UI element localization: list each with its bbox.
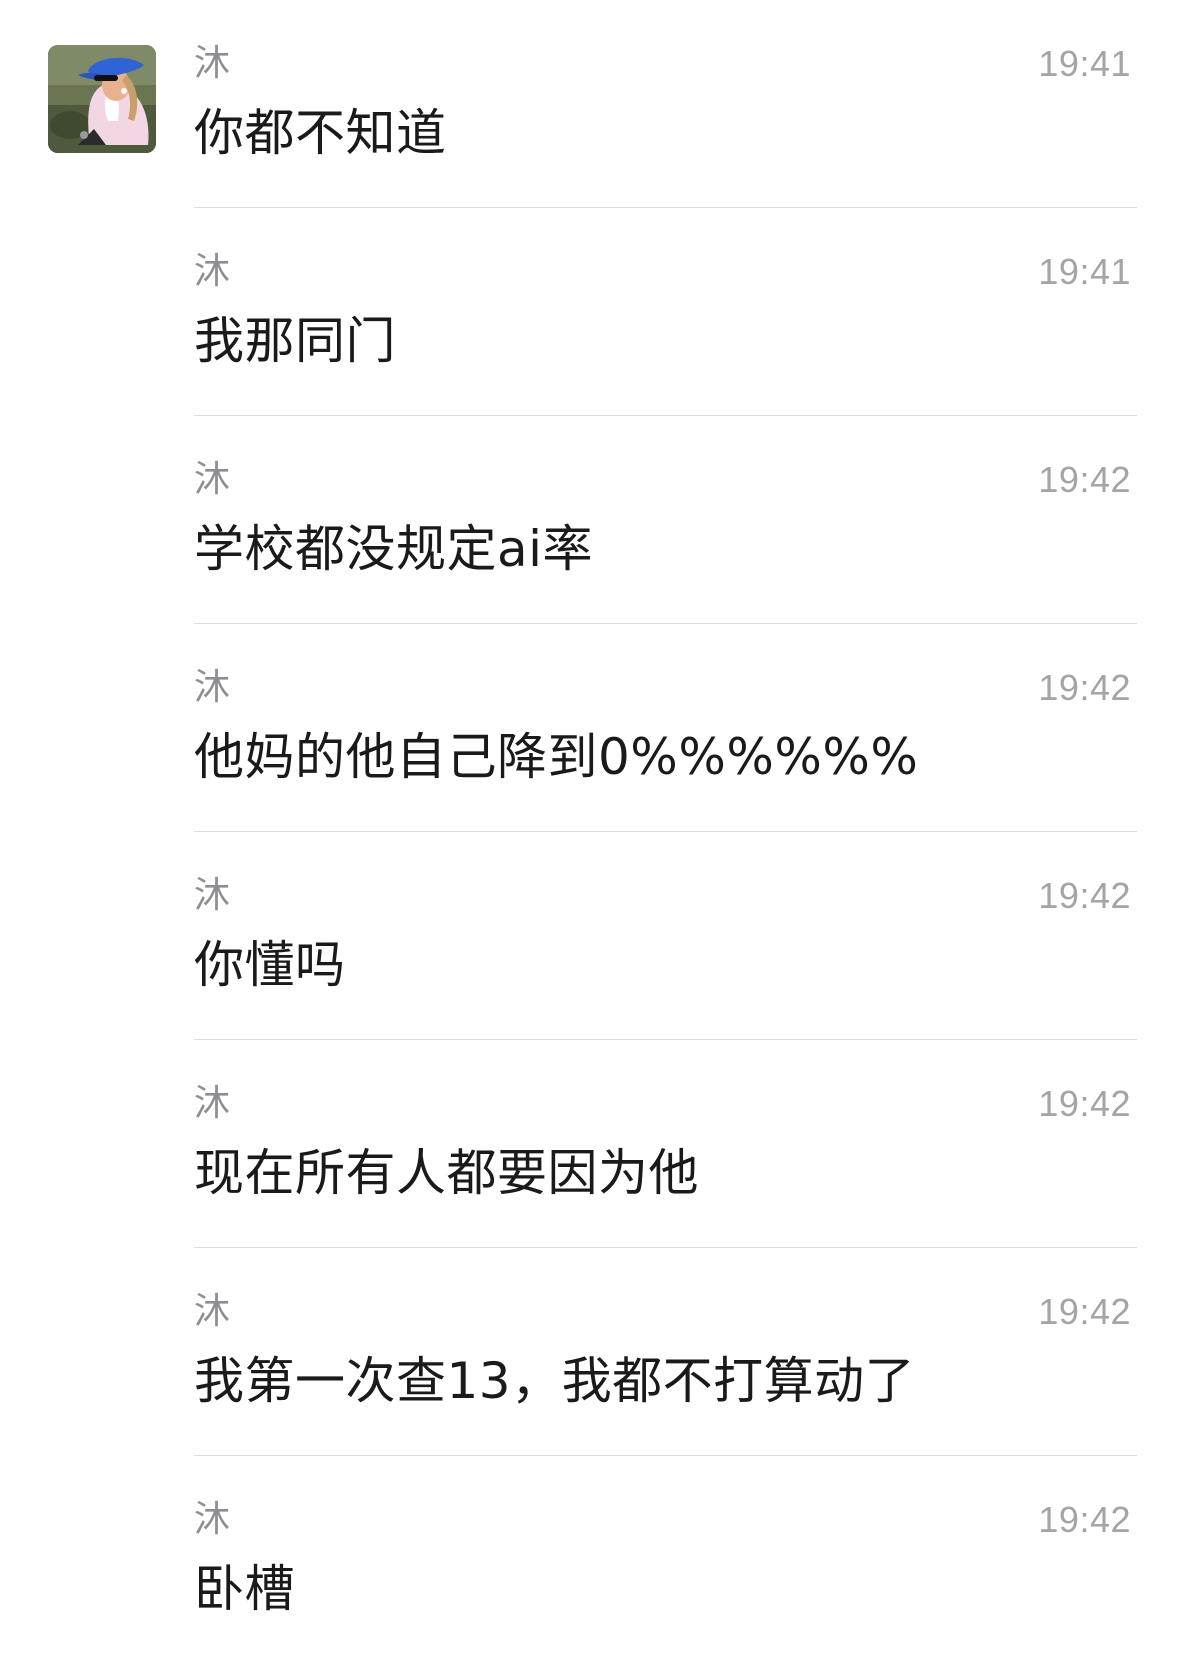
message-time: 19:41: [1038, 251, 1131, 292]
message-item[interactable]: 沐 19:42 学校都没规定ai率: [0, 416, 1179, 624]
message-item[interactable]: 沐 19:42 他妈的他自己降到0%%%%%%: [0, 624, 1179, 832]
message-time: 19:42: [1038, 1291, 1131, 1332]
message-text[interactable]: 学校都没规定ai率: [194, 516, 593, 582]
message-text[interactable]: 我第一次查13，我都不打算动了: [194, 1348, 915, 1414]
sender-name: 沐: [194, 43, 231, 84]
message-item[interactable]: 沐 19:41 你都不知道: [0, 0, 1179, 208]
message-text[interactable]: 他妈的他自己降到0%%%%%%: [194, 724, 918, 790]
sender-name: 沐: [194, 875, 231, 916]
avatar[interactable]: [48, 45, 156, 153]
message-time: 19:42: [1038, 1083, 1131, 1124]
message-item[interactable]: 沐 19:41 我那同门: [0, 208, 1179, 416]
message-item[interactable]: 沐 19:42 现在所有人都要因为他: [0, 1040, 1179, 1248]
message-item[interactable]: 沐 19:42 卧槽: [0, 1456, 1179, 1664]
message-text[interactable]: 现在所有人都要因为他: [194, 1140, 699, 1206]
message-time: 19:42: [1038, 875, 1131, 916]
message-text[interactable]: 卧槽: [194, 1556, 295, 1622]
avatar-photo-icon: [48, 45, 156, 153]
message-item[interactable]: 沐 19:42 你懂吗: [0, 832, 1179, 1040]
message-text[interactable]: 我那同门: [194, 308, 396, 374]
message-text[interactable]: 你都不知道: [194, 100, 447, 166]
message-time: 19:42: [1038, 1499, 1131, 1540]
chat-message-list: 沐 19:41 你都不知道 沐 19:41 我那同门 沐 19:42 学校都没规…: [0, 0, 1179, 1663]
sender-name: 沐: [194, 1083, 231, 1124]
message-time: 19:41: [1038, 43, 1131, 84]
sender-name: 沐: [194, 251, 231, 292]
message-text[interactable]: 你懂吗: [194, 932, 346, 998]
message-time: 19:42: [1038, 459, 1131, 500]
sender-name: 沐: [194, 459, 231, 500]
sender-name: 沐: [194, 667, 231, 708]
message-item[interactable]: 沐 19:42 我第一次查13，我都不打算动了: [0, 1248, 1179, 1456]
message-time: 19:42: [1038, 667, 1131, 708]
sender-name: 沐: [194, 1291, 231, 1332]
sender-name: 沐: [194, 1499, 231, 1540]
